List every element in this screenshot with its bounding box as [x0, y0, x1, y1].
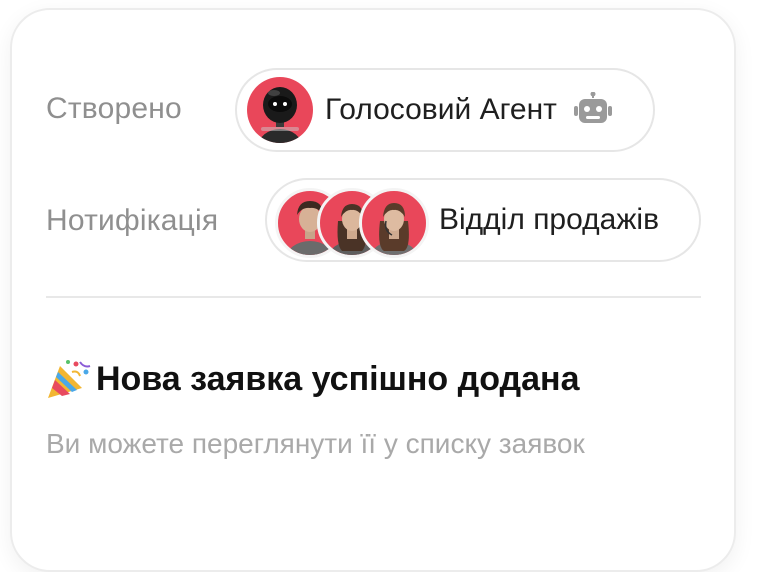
divider	[46, 296, 701, 298]
success-title: Нова заявка успішно додана	[96, 359, 580, 398]
team-chip[interactable]: Відділ продажів	[265, 178, 701, 262]
success-headline: Нова заявка успішно додана	[46, 358, 580, 400]
agent-name: Голосовий Агент	[325, 93, 557, 126]
robot-icon	[573, 92, 613, 128]
team-name: Відділ продажів	[439, 203, 660, 236]
success-subtitle: Ви можете переглянути її у списку заявок	[46, 428, 585, 459]
robot-avatar-icon	[258, 87, 302, 143]
notification-card: Створено Голосовий Агент Нотифікація Від…	[10, 8, 736, 572]
team-member-avatar	[359, 188, 429, 258]
agent-avatar	[247, 77, 313, 143]
agent-chip[interactable]: Голосовий Агент	[235, 68, 655, 152]
party-popper-icon	[46, 358, 92, 400]
notification-label: Нотифікація	[46, 204, 219, 237]
created-label: Створено	[46, 92, 182, 125]
